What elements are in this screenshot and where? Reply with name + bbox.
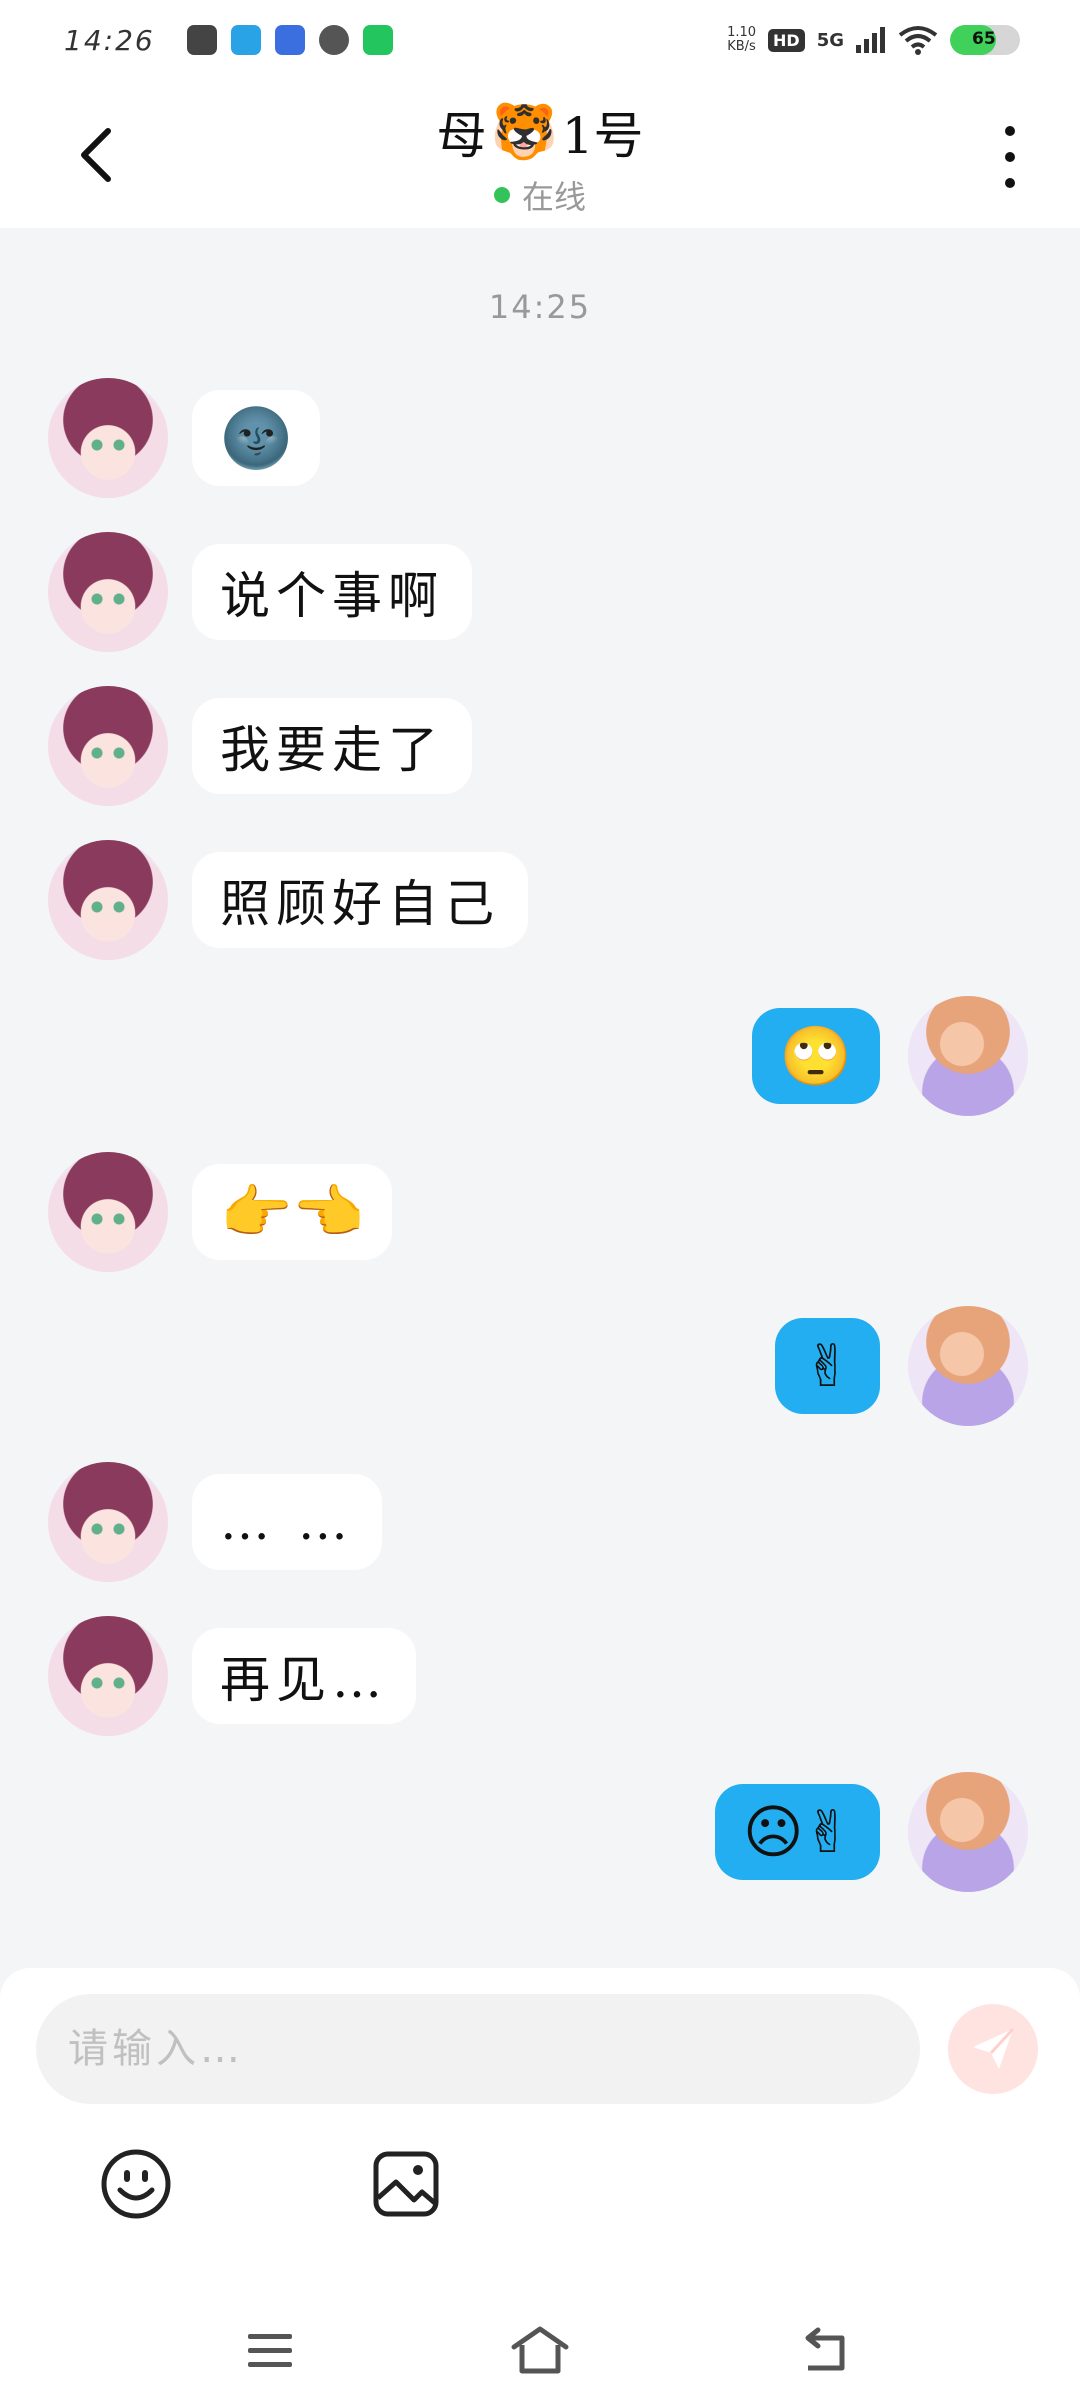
message-bubble[interactable]: 说个事啊 xyxy=(192,544,472,640)
telegram-app-icon xyxy=(230,25,261,55)
message-row: 说个事啊 xyxy=(48,532,472,652)
message-row: 🌚 xyxy=(48,378,321,498)
status-time: 14:26 xyxy=(64,23,155,57)
my-avatar[interactable] xyxy=(908,996,1028,1116)
contact-avatar[interactable] xyxy=(48,1616,168,1736)
system-navigation-bar xyxy=(0,2300,1080,2408)
send-icon xyxy=(973,2027,1015,2069)
contact-avatar[interactable] xyxy=(48,840,168,960)
iqiyi-app-icon xyxy=(362,25,393,55)
message-row: 照顾好自己 xyxy=(48,840,528,960)
home-nav-button[interactable] xyxy=(510,2320,570,2380)
contact-avatar[interactable] xyxy=(48,378,168,498)
online-dot-icon xyxy=(493,187,510,203)
contact-name: 母 🐯 1号 xyxy=(436,100,644,166)
image-icon xyxy=(373,2151,439,2217)
message-bubble[interactable]: 再见… xyxy=(192,1628,416,1724)
send-button[interactable] xyxy=(948,2004,1038,2094)
message-bubble[interactable]: 👉👈 xyxy=(192,1164,393,1260)
message-bubble[interactable]: 🙄 xyxy=(751,1008,880,1104)
message-row: … … xyxy=(48,1462,382,1582)
contact-avatar[interactable] xyxy=(48,1462,168,1582)
message-row: 我要走了 xyxy=(48,686,472,806)
battery-level: 65 xyxy=(972,29,996,49)
message-bubble[interactable]: 照顾好自己 xyxy=(192,852,528,948)
contact-avatar[interactable] xyxy=(48,1152,168,1272)
my-avatar[interactable] xyxy=(908,1772,1028,1892)
signal-5g-icon: 5G xyxy=(816,29,844,51)
contact-avatar[interactable] xyxy=(48,686,168,806)
message-row: 🙄 xyxy=(751,996,1028,1116)
message-bubble[interactable]: ☹✌ xyxy=(714,1784,880,1880)
contact-avatar[interactable] xyxy=(48,532,168,652)
menu-nav-button[interactable] xyxy=(240,2320,300,2380)
message-input[interactable] xyxy=(36,1994,920,2104)
online-status: 在线 xyxy=(493,172,586,218)
back-nav-button[interactable] xyxy=(796,2320,856,2380)
more-dot-icon xyxy=(1005,178,1015,188)
message-row: 👉👈 xyxy=(48,1152,393,1272)
message-row: 再见… xyxy=(48,1616,416,1736)
message-bubble[interactable]: ✌ xyxy=(775,1318,880,1414)
hd-icon: HD xyxy=(768,28,805,52)
return-icon xyxy=(805,2327,845,2371)
video-app-icon xyxy=(186,25,217,55)
more-dot-icon xyxy=(1005,126,1015,136)
emoji-button[interactable] xyxy=(100,2148,172,2220)
more-options-button[interactable] xyxy=(992,126,1028,188)
network-speed: 1.10 KB/s xyxy=(727,25,757,54)
status-bar: 14:26 1.10 KB/s HD 5G 65 xyxy=(0,0,1080,80)
message-row: ☹✌ xyxy=(714,1772,1028,1892)
smiley-icon xyxy=(101,2149,171,2219)
chat-header: 母 🐯 1号 在线 xyxy=(0,80,1080,228)
message-bubble[interactable]: … … xyxy=(192,1474,382,1570)
my-avatar[interactable] xyxy=(908,1306,1028,1426)
message-bubble[interactable]: 🌚 xyxy=(192,390,321,486)
chat-timestamp: 14:25 xyxy=(488,288,592,326)
home-icon xyxy=(511,2326,569,2374)
message-bubble[interactable]: 我要走了 xyxy=(192,698,472,794)
signal-bars-icon xyxy=(856,27,885,53)
speed-app-icon xyxy=(318,25,349,55)
battery-icon: 65 xyxy=(950,25,1020,55)
tiger-emoji: 🐯 xyxy=(490,100,558,163)
more-dot-icon xyxy=(1005,152,1015,162)
wifi-icon xyxy=(898,26,938,55)
image-button[interactable] xyxy=(370,2148,442,2220)
message-row: ✌ xyxy=(775,1306,1028,1426)
menu-icon xyxy=(248,2334,292,2367)
baidu-app-icon xyxy=(274,25,305,55)
